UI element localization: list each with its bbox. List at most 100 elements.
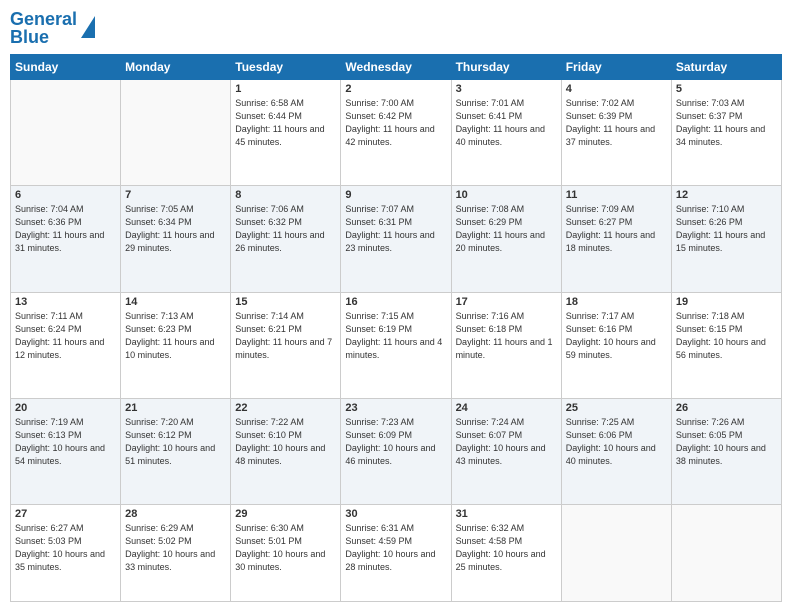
calendar-cell [671, 505, 781, 602]
day-info: Sunrise: 7:10 AMSunset: 6:26 PMDaylight:… [676, 203, 777, 255]
calendar-cell: 16 Sunrise: 7:15 AMSunset: 6:19 PMDayligh… [341, 292, 451, 398]
day-info: Sunrise: 7:26 AMSunset: 6:05 PMDaylight:… [676, 416, 777, 468]
calendar-cell: 27 Sunrise: 6:27 AMSunset: 5:03 PMDayligh… [11, 505, 121, 602]
day-number: 10 [456, 189, 557, 201]
day-number: 2 [345, 83, 446, 95]
day-number: 28 [125, 508, 226, 520]
day-number: 9 [345, 189, 446, 201]
calendar-cell: 14Sunrise: 7:13 AMSunset: 6:23 PMDayligh… [121, 292, 231, 398]
calendar-cell: 21 Sunrise: 7:20 AMSunset: 6:12 PMDayligh… [121, 398, 231, 504]
weekday-header: Wednesday [341, 55, 451, 80]
day-number: 30 [345, 508, 446, 520]
day-info: Sunrise: 7:17 AMSunset: 6:16 PMDaylight:… [566, 310, 667, 362]
logo-triangle-icon [81, 16, 95, 38]
day-number: 7 [125, 189, 226, 201]
day-number: 25 [566, 402, 667, 414]
day-number: 6 [15, 189, 116, 201]
day-number: 29 [235, 508, 336, 520]
calendar-cell: 26Sunrise: 7:26 AMSunset: 6:05 PMDayligh… [671, 398, 781, 504]
day-number: 24 [456, 402, 557, 414]
day-number: 21 [125, 402, 226, 414]
calendar-cell: 12 Sunrise: 7:10 AMSunset: 6:26 PMDayligh… [671, 186, 781, 292]
weekday-header: Tuesday [231, 55, 341, 80]
page: General Blue SundayMondayTuesdayWednesda… [0, 0, 792, 612]
day-info: Sunrise: 6:29 AMSunset: 5:02 PMDaylight:… [125, 522, 226, 574]
day-info: Sunrise: 7:06 AMSunset: 6:32 PMDaylight:… [235, 203, 336, 255]
calendar-cell: 25Sunrise: 7:25 AMSunset: 6:06 PMDayligh… [561, 398, 671, 504]
day-info: Sunrise: 7:15 AMSunset: 6:19 PMDaylight:… [345, 310, 446, 362]
calendar-cell: 30 Sunrise: 6:31 AMSunset: 4:59 PMDayligh… [341, 505, 451, 602]
weekday-header: Monday [121, 55, 231, 80]
calendar-cell: 2 Sunrise: 7:00 AMSunset: 6:42 PMDaylight… [341, 80, 451, 186]
day-info: Sunrise: 7:13 AMSunset: 6:23 PMDaylight:… [125, 310, 226, 362]
day-number: 20 [15, 402, 116, 414]
day-info: Sunrise: 7:07 AMSunset: 6:31 PMDaylight:… [345, 203, 446, 255]
day-number: 4 [566, 83, 667, 95]
calendar-cell: 8Sunrise: 7:06 AMSunset: 6:32 PMDaylight… [231, 186, 341, 292]
calendar-header-row: SundayMondayTuesdayWednesdayThursdayFrid… [11, 55, 782, 80]
calendar-cell: 28 Sunrise: 6:29 AMSunset: 5:02 PMDayligh… [121, 505, 231, 602]
day-info: Sunrise: 7:11 AMSunset: 6:24 PMDaylight:… [15, 310, 116, 362]
header: General Blue [10, 10, 782, 46]
day-info: Sunrise: 7:14 AMSunset: 6:21 PMDaylight:… [235, 310, 336, 362]
calendar-cell: 10 Sunrise: 7:08 AMSunset: 6:29 PMDayligh… [451, 186, 561, 292]
day-number: 5 [676, 83, 777, 95]
calendar-cell: 9 Sunrise: 7:07 AMSunset: 6:31 PMDaylight… [341, 186, 451, 292]
day-number: 17 [456, 296, 557, 308]
day-info: Sunrise: 7:19 AMSunset: 6:13 PMDaylight:… [15, 416, 116, 468]
calendar-table: SundayMondayTuesdayWednesdayThursdayFrid… [10, 54, 782, 602]
calendar-week-row: 6 Sunrise: 7:04 AMSunset: 6:36 PMDaylight… [11, 186, 782, 292]
day-number: 13 [15, 296, 116, 308]
calendar-cell: 22 Sunrise: 7:22 AMSunset: 6:10 PMDayligh… [231, 398, 341, 504]
weekday-header: Saturday [671, 55, 781, 80]
day-info: Sunrise: 7:22 AMSunset: 6:10 PMDaylight:… [235, 416, 336, 468]
calendar-cell: 13 Sunrise: 7:11 AMSunset: 6:24 PMDayligh… [11, 292, 121, 398]
calendar-cell [121, 80, 231, 186]
weekday-header: Friday [561, 55, 671, 80]
day-number: 16 [345, 296, 446, 308]
calendar-cell: 15 Sunrise: 7:14 AMSunset: 6:21 PMDayligh… [231, 292, 341, 398]
day-info: Sunrise: 7:02 AMSunset: 6:39 PMDaylight:… [566, 97, 667, 149]
day-info: Sunrise: 7:16 AMSunset: 6:18 PMDaylight:… [456, 310, 557, 362]
calendar-cell: 17 Sunrise: 7:16 AMSunset: 6:18 PMDayligh… [451, 292, 561, 398]
logo-text-blue: Blue [10, 28, 77, 46]
day-info: Sunrise: 7:01 AMSunset: 6:41 PMDaylight:… [456, 97, 557, 149]
day-info: Sunrise: 7:20 AMSunset: 6:12 PMDaylight:… [125, 416, 226, 468]
calendar-week-row: 20 Sunrise: 7:19 AMSunset: 6:13 PMDayligh… [11, 398, 782, 504]
day-number: 3 [456, 83, 557, 95]
calendar-cell: 29 Sunrise: 6:30 AMSunset: 5:01 PMDayligh… [231, 505, 341, 602]
day-info: Sunrise: 6:27 AMSunset: 5:03 PMDaylight:… [15, 522, 116, 574]
day-number: 22 [235, 402, 336, 414]
day-number: 12 [676, 189, 777, 201]
calendar-week-row: 1 Sunrise: 6:58 AMSunset: 6:44 PMDaylight… [11, 80, 782, 186]
day-number: 23 [345, 402, 446, 414]
calendar-cell: 7 Sunrise: 7:05 AMSunset: 6:34 PMDaylight… [121, 186, 231, 292]
calendar-cell: 6 Sunrise: 7:04 AMSunset: 6:36 PMDaylight… [11, 186, 121, 292]
calendar-cell: 4 Sunrise: 7:02 AMSunset: 6:39 PMDaylight… [561, 80, 671, 186]
day-info: Sunrise: 7:03 AMSunset: 6:37 PMDaylight:… [676, 97, 777, 149]
day-number: 18 [566, 296, 667, 308]
calendar-cell: 24 Sunrise: 7:24 AMSunset: 6:07 PMDayligh… [451, 398, 561, 504]
logo: General Blue [10, 10, 95, 46]
calendar-cell [561, 505, 671, 602]
day-number: 1 [235, 83, 336, 95]
day-info: Sunrise: 7:24 AMSunset: 6:07 PMDaylight:… [456, 416, 557, 468]
day-info: Sunrise: 7:04 AMSunset: 6:36 PMDaylight:… [15, 203, 116, 255]
calendar-week-row: 27 Sunrise: 6:27 AMSunset: 5:03 PMDayligh… [11, 505, 782, 602]
calendar-cell: 23 Sunrise: 7:23 AMSunset: 6:09 PMDayligh… [341, 398, 451, 504]
day-info: Sunrise: 7:08 AMSunset: 6:29 PMDaylight:… [456, 203, 557, 255]
day-number: 27 [15, 508, 116, 520]
weekday-header: Sunday [11, 55, 121, 80]
day-info: Sunrise: 6:58 AMSunset: 6:44 PMDaylight:… [235, 97, 336, 149]
day-info: Sunrise: 6:31 AMSunset: 4:59 PMDaylight:… [345, 522, 446, 574]
day-info: Sunrise: 7:23 AMSunset: 6:09 PMDaylight:… [345, 416, 446, 468]
day-number: 15 [235, 296, 336, 308]
calendar-cell: 1 Sunrise: 6:58 AMSunset: 6:44 PMDaylight… [231, 80, 341, 186]
day-number: 31 [456, 508, 557, 520]
day-info: Sunrise: 6:30 AMSunset: 5:01 PMDaylight:… [235, 522, 336, 574]
day-info: Sunrise: 7:00 AMSunset: 6:42 PMDaylight:… [345, 97, 446, 149]
logo-text-general: General [10, 10, 77, 28]
calendar-cell: 18 Sunrise: 7:17 AMSunset: 6:16 PMDayligh… [561, 292, 671, 398]
calendar-cell: 3 Sunrise: 7:01 AMSunset: 6:41 PMDaylight… [451, 80, 561, 186]
day-info: Sunrise: 7:05 AMSunset: 6:34 PMDaylight:… [125, 203, 226, 255]
